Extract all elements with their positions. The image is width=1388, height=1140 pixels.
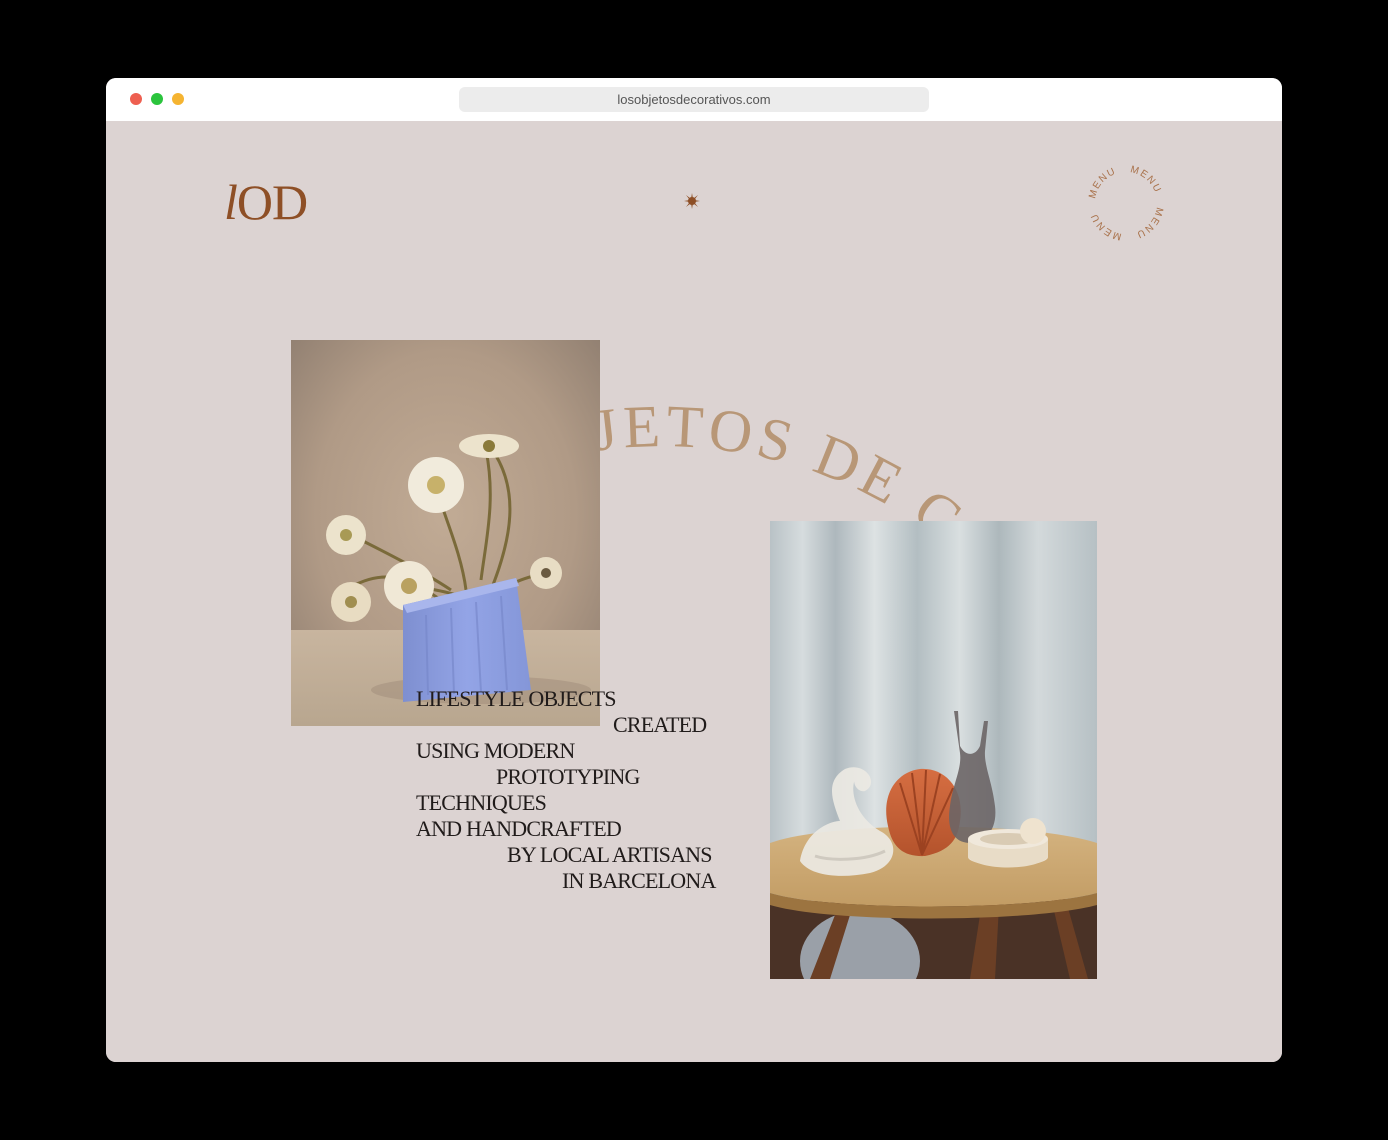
tagline-line: USING MODERN [416, 738, 575, 763]
arc-brand-title: JETOS DE C [590, 393, 972, 556]
tagline-line: CREATED [613, 712, 707, 737]
tagline-line: PROTOTYPING [496, 764, 640, 789]
tagline-line: LIFESTYLE OBJECTS [416, 686, 616, 711]
minimize-window-button[interactable] [172, 93, 184, 105]
svg-text:MENU: MENU [1087, 166, 1118, 200]
objects-on-table-photo [770, 521, 1097, 979]
tagline-line: IN BARCELONA [562, 868, 716, 893]
logo-letters: OD [236, 174, 308, 230]
address-bar[interactable]: losobjetosdecorativos.com [459, 87, 929, 112]
menu-label: MENU [1089, 211, 1122, 242]
menu-label: MENU [1129, 164, 1162, 195]
browser-window: losobjetosdecorativos.com lOD MENU MENU … [106, 78, 1282, 1062]
menu-label: MENU [1134, 206, 1163, 240]
hero-tagline: LIFESTYLE OBJECTS CREATED USING MODERN P… [416, 686, 716, 894]
tagline-line: AND HANDCRAFTED [416, 816, 622, 841]
flower-vase-image [291, 340, 600, 726]
logo-letter-l: l [224, 174, 238, 230]
tagline-line: TECHNIQUES [416, 790, 547, 815]
menu-button[interactable]: MENU MENU MENU MENU [1084, 161, 1168, 245]
page-content: lOD MENU MENU MENU MENU JETOS DE C LIFES… [106, 121, 1282, 1062]
maximize-window-button[interactable] [151, 93, 163, 105]
daisy [408, 457, 464, 513]
svg-text:MENU: MENU [1134, 206, 1165, 240]
svg-text:MENU: MENU [1129, 164, 1163, 195]
browser-titlebar: losobjetosdecorativos.com [106, 78, 1282, 121]
objects-on-table-image [770, 521, 1097, 979]
menu-label: MENU [1087, 166, 1116, 200]
close-window-button[interactable] [130, 93, 142, 105]
tagline-line: BY LOCAL ARTISANS [507, 842, 713, 867]
svg-text:MENU: MENU [1089, 211, 1123, 242]
sparkle-icon [684, 193, 700, 209]
site-logo[interactable]: lOD [224, 173, 308, 231]
flower-vase-photo [291, 340, 600, 726]
